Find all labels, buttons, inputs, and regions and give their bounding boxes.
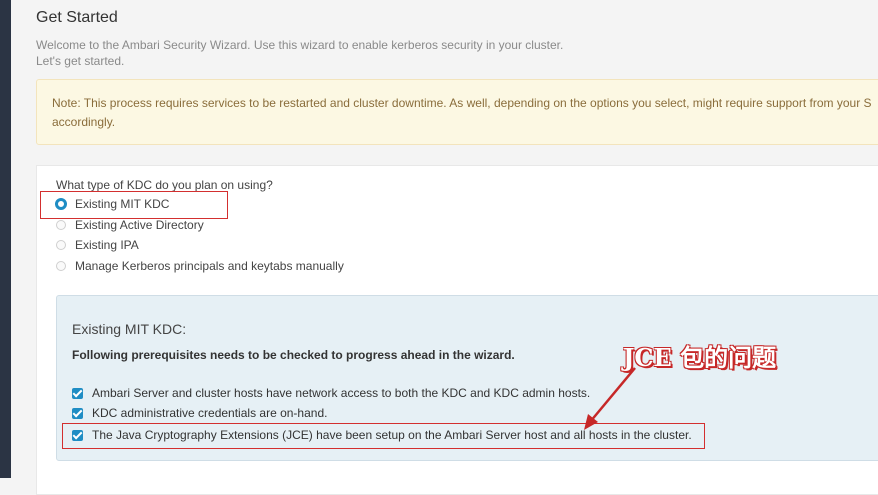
left-nav-rail xyxy=(0,0,11,478)
radio-existing-mit-kdc[interactable]: Existing MIT KDC xyxy=(55,195,170,213)
radio-label: Existing Active Directory xyxy=(75,218,204,232)
radio-label: Manage Kerberos principals and keytabs m… xyxy=(75,259,344,273)
radio-label: Existing MIT KDC xyxy=(75,197,170,211)
warning-alert: Note: This process requires services to … xyxy=(36,79,878,145)
radio-existing-ipa[interactable]: Existing IPA xyxy=(56,236,139,254)
intro-text: Welcome to the Ambari Security Wizard. U… xyxy=(36,37,563,69)
prereq-admin-credentials[interactable]: KDC administrative credentials are on-ha… xyxy=(72,405,327,421)
checkbox-checked-icon[interactable] xyxy=(72,387,83,399)
alert-line: Note: This process requires services to … xyxy=(52,96,872,110)
radio-icon[interactable] xyxy=(56,240,66,250)
prereq-network-access[interactable]: Ambari Server and cluster hosts have net… xyxy=(72,385,590,401)
radio-selected-icon[interactable] xyxy=(55,198,67,210)
panel-title: Existing MIT KDC: xyxy=(72,321,187,337)
radio-existing-active-directory[interactable]: Existing Active Directory xyxy=(56,216,204,234)
alert-line: accordingly. xyxy=(52,115,116,129)
panel-subtitle: Following prerequisites needs to be chec… xyxy=(72,348,515,362)
annotation-arrow-icon xyxy=(584,367,636,430)
radio-icon[interactable] xyxy=(56,261,66,271)
intro-line: Welcome to the Ambari Security Wizard. U… xyxy=(36,38,564,52)
radio-manage-manually[interactable]: Manage Kerberos principals and keytabs m… xyxy=(56,257,344,275)
page-title: Get Started xyxy=(36,9,118,26)
checkbox-checked-icon[interactable] xyxy=(72,407,83,419)
kdc-question: What type of KDC do you plan on using? xyxy=(56,178,273,192)
radio-label: Existing IPA xyxy=(75,238,139,252)
intro-line: Let's get started. xyxy=(36,54,125,68)
checkbox-label: KDC administrative credentials are on-ha… xyxy=(92,406,328,420)
checkbox-checked-icon[interactable] xyxy=(72,429,83,441)
radio-icon[interactable] xyxy=(56,220,66,230)
checkbox-label: Ambari Server and cluster hosts have net… xyxy=(92,386,591,400)
